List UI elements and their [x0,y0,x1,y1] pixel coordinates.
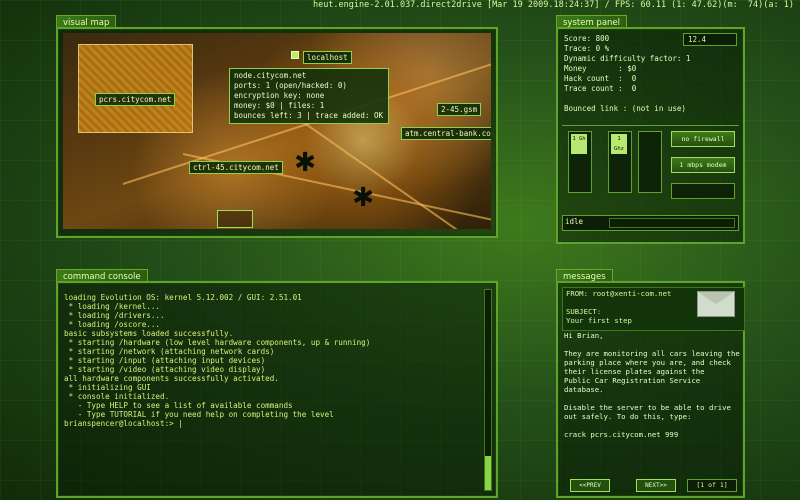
system-status-bar: idle [562,215,739,231]
cpu-chip-2: 1 Ghz [611,134,627,154]
node-info-money-files: money: $0 | files: 1 [234,101,325,110]
engine-status-bar: heut.engine-2.01.037.direct2drive [Mar 1… [312,0,794,10]
system-divider [562,125,739,126]
messages-panel: FROM: root@xenti-com.net SUBJECT: Your f… [556,281,745,498]
command-console-panel[interactable]: loading Evolution OS: kernel 5.12.002 / … [56,281,498,498]
console-output[interactable]: loading Evolution OS: kernel 5.12.002 / … [64,293,370,428]
palm-tree: ✱ [295,140,316,180]
hardware-section: 1 Gh 1 Ghz no firewall 1 mbps modem [568,131,735,201]
message-page-count: [1 of 1] [687,479,737,492]
cpu-slot-2[interactable]: 1 Ghz [608,131,632,193]
system-panel: Score: 800 Trace: 0 % Dynamic difficulty… [556,27,745,244]
system-status-text: idle [565,217,584,226]
system-value-box: 12.4 [683,33,737,46]
message-navigation: <<PREV NEXT>> [1 of 1] [562,479,739,492]
node-label-gsm[interactable]: 2-45.gsm [437,103,482,116]
node-info-name: node.citycom.net [234,71,307,80]
node-localhost-marker[interactable] [291,51,299,59]
modem-slot[interactable]: 1 mbps modem [671,157,735,173]
message-from: FROM: root@xenti-com.net [566,289,672,298]
node-label-localhost[interactable]: localhost [303,51,352,64]
message-subject: Your first step [566,316,632,325]
console-scrollbar[interactable] [484,289,492,491]
empty-hardware-slot[interactable] [671,183,735,199]
message-subject-label: SUBJECT: [566,307,602,316]
node-label-ctrl[interactable]: ctrl-45.citycom.net [189,161,283,174]
node-info-ports: ports: 1 (open/hacked: 0) [234,81,347,90]
map-cursor-box[interactable] [217,210,253,228]
city-night-image: ✱ ✱ pcrs.citycom.net localhost 2-45.gsm … [63,33,491,229]
node-inset-map[interactable] [78,44,193,133]
node-info-bounces: bounces left: 3 | trace added: OK [234,111,384,120]
node-info-encryption: encryption key: none [234,91,325,100]
palm-tree: ✱ [353,175,374,215]
message-body: Hi Brian, They are monitoring all cars l… [564,331,740,439]
visual-map-panel: ✱ ✱ pcrs.citycom.net localhost 2-45.gsm … [56,27,498,238]
node-label-atm[interactable]: atm.central-bank.com [401,127,491,140]
envelope-icon [697,291,735,317]
console-scroll-thumb[interactable] [485,456,491,490]
cpu-chip-1: 1 Gh [571,134,587,154]
firewall-slot[interactable]: no firewall [671,131,735,147]
system-stats: Score: 800 Trace: 0 % Dynamic difficulty… [564,34,691,113]
system-progress-track [609,218,735,228]
node-label-pcrs[interactable]: pcrs.citycom.net [95,93,176,106]
next-message-button[interactable]: NEXT>> [636,479,676,492]
cpu-slot-1[interactable]: 1 Gh [568,131,592,193]
node-info-popup: node.citycom.net ports: 1 (open/hacked: … [229,68,389,124]
prev-message-button[interactable]: <<PREV [570,479,610,492]
cpu-slot-3[interactable] [638,131,662,193]
